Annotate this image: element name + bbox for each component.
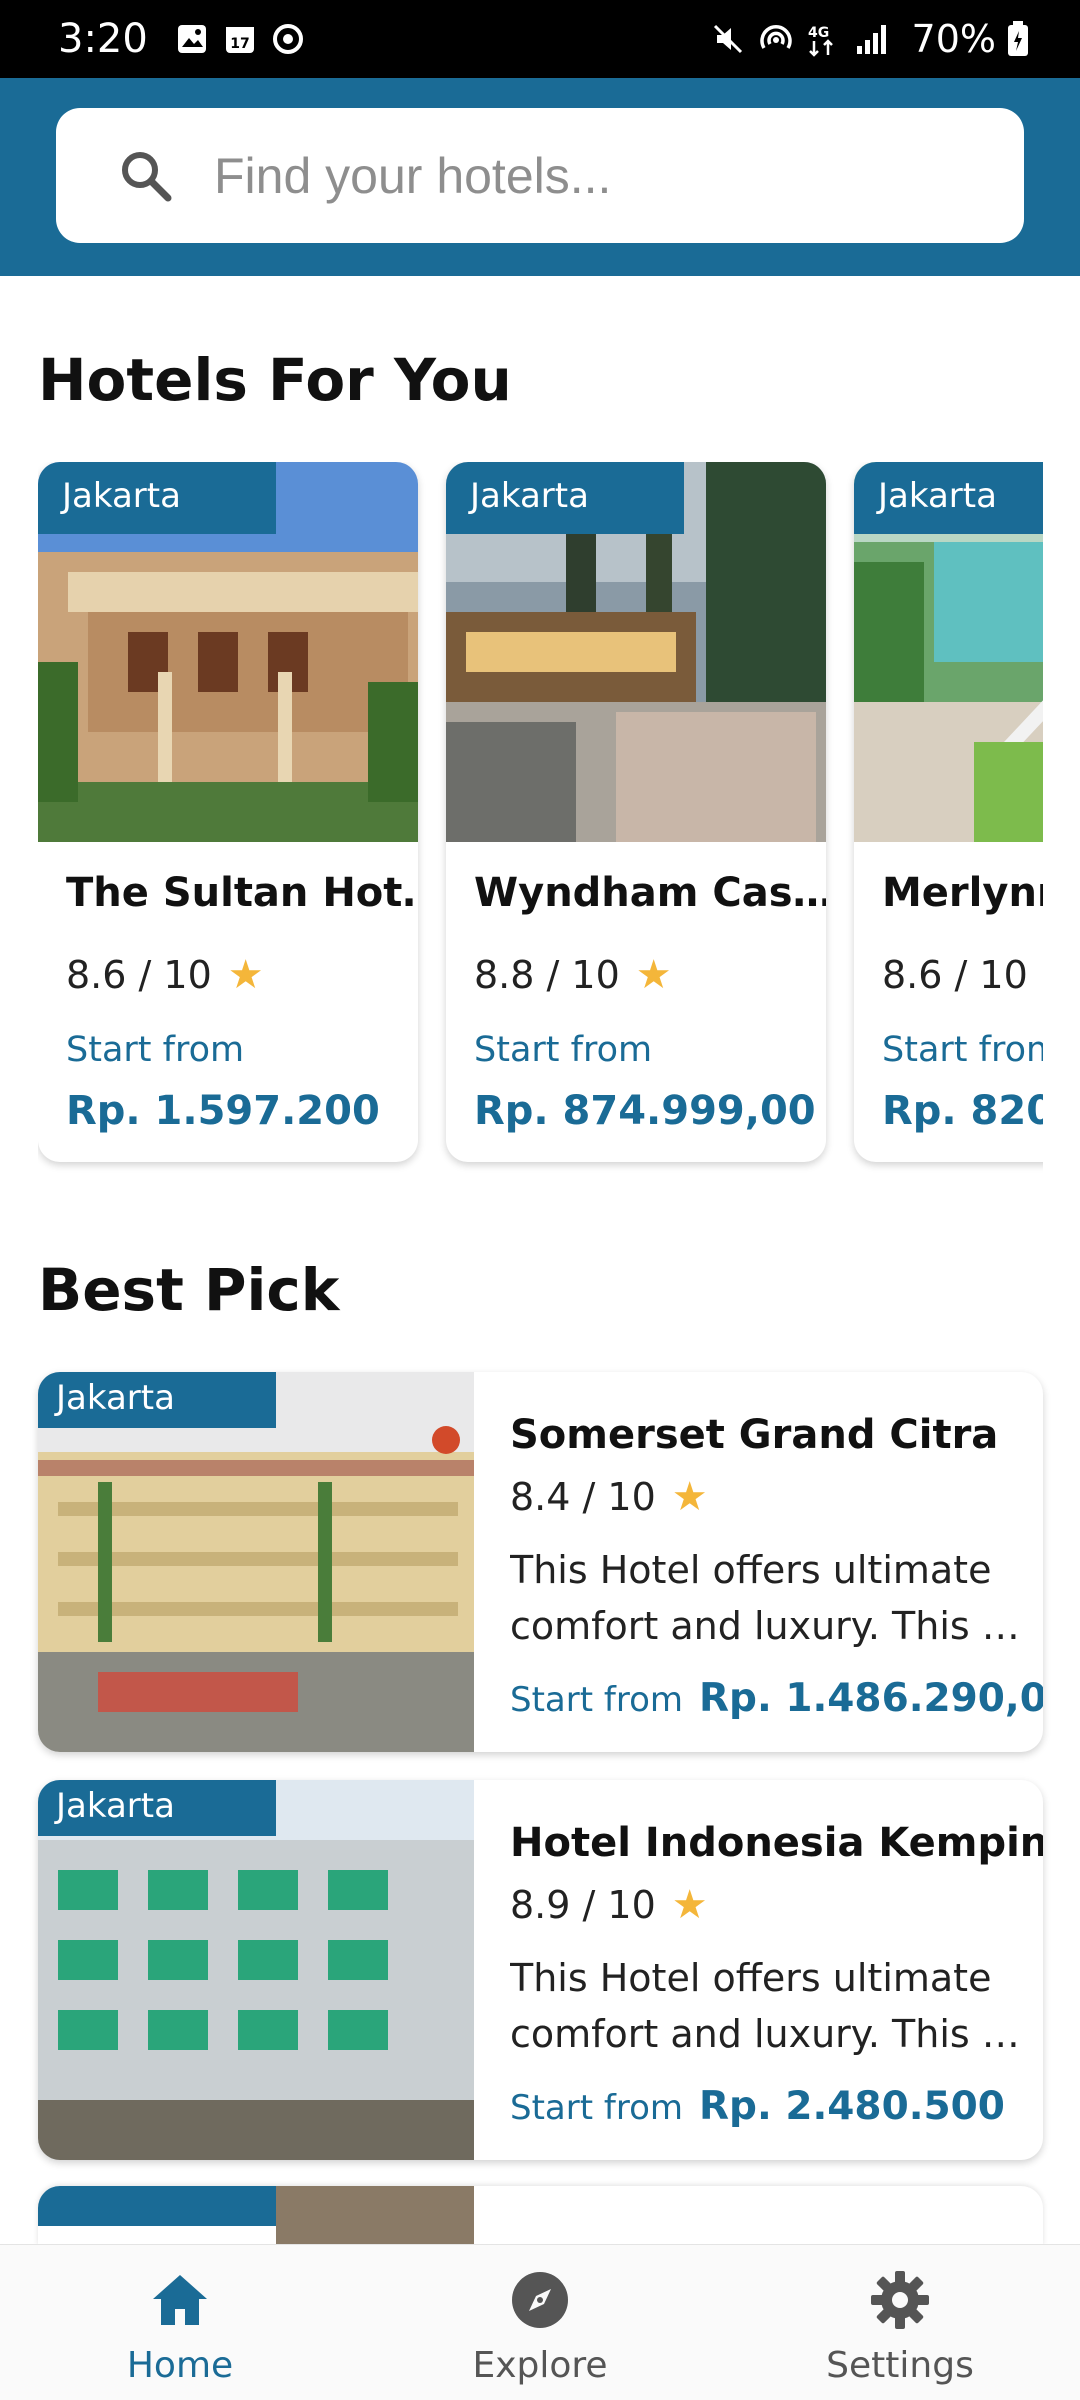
star-icon: ★ bbox=[635, 952, 672, 998]
hotel-price: Rp. 1.597.200 bbox=[66, 1088, 380, 1134]
best-pick-item-partial[interactable] bbox=[38, 2186, 1043, 2246]
hotel-card[interactable]: Jakarta The Sultan Hot… 8.6 / 10 ★ Start… bbox=[38, 462, 418, 1162]
section-title-best-pick: Best Pick bbox=[38, 1256, 340, 1324]
price-row: Start from Rp. 1.486.290,00 bbox=[510, 1676, 1043, 1721]
star-icon: ★ bbox=[671, 1474, 708, 1520]
hotspot-icon bbox=[758, 21, 794, 57]
hotel-name: The Sultan Hot… bbox=[66, 870, 418, 916]
battery-icon bbox=[1000, 21, 1036, 57]
section-title-hotels-for-you: Hotels For You bbox=[38, 346, 512, 414]
status-right-icons: 4G 70% bbox=[710, 17, 1036, 61]
best-pick-item[interactable]: Jakarta Hotel Indonesia Kempin… 8.9 / 10… bbox=[38, 1780, 1043, 2160]
hotel-name: Hotel Indonesia Kempin… bbox=[510, 1820, 1043, 1866]
calendar-day: 17 bbox=[230, 36, 249, 52]
price-row: Start from Rp. 2.480.500 bbox=[510, 2084, 1005, 2129]
hotel-image bbox=[276, 2186, 474, 2246]
hotel-name: Somerset Grand Citra bbox=[510, 1412, 999, 1458]
rating-row: 8.4 / 10 ★ bbox=[510, 1474, 708, 1520]
star-icon: ★ bbox=[671, 1882, 708, 1928]
hotel-name: Wyndham Cas… bbox=[474, 870, 826, 916]
signal-icon bbox=[854, 21, 890, 57]
rating-row: 8.6 / 10 ★ bbox=[66, 952, 264, 998]
nav-label: Settings bbox=[826, 2345, 974, 2386]
nav-label: Explore bbox=[472, 2345, 608, 2386]
city-tag: Jakarta bbox=[38, 1780, 276, 1836]
hotel-description: This Hotel offers ultimate comfort and l… bbox=[510, 1956, 1020, 2056]
rating-value: 8.8 / 10 bbox=[474, 953, 620, 997]
nav-home[interactable]: Home bbox=[70, 2267, 290, 2386]
start-from-label: Start from bbox=[510, 2088, 683, 2128]
hotel-image bbox=[38, 1372, 474, 1752]
city-tag bbox=[38, 2186, 276, 2226]
hotel-price: Rp. 1.486.290,00 bbox=[699, 1676, 1043, 1721]
hotel-card[interactable]: Jakarta Merlynn 8.6 / 10 ★ Start from Rp… bbox=[854, 462, 1043, 1162]
nav-label: Home bbox=[126, 2345, 234, 2386]
start-from-label: Start from bbox=[66, 1030, 245, 1070]
network-label: 4G bbox=[808, 25, 829, 41]
rating-value: 8.9 / 10 bbox=[510, 1883, 656, 1927]
calendar-icon: 17 bbox=[222, 21, 258, 57]
hotel-name: Merlynn bbox=[882, 870, 1043, 916]
rating-value: 8.6 / 10 bbox=[66, 953, 212, 997]
gallery-icon bbox=[174, 21, 210, 57]
search-icon bbox=[122, 151, 172, 201]
star-icon: ★ bbox=[227, 952, 264, 998]
battery-percent: 70% bbox=[911, 17, 996, 61]
gear-icon bbox=[871, 2271, 929, 2329]
home-icon bbox=[153, 2275, 207, 2325]
hotel-price: Rp. 2.480.500 bbox=[699, 2084, 1005, 2129]
rating-row: 8.8 / 10 ★ bbox=[474, 952, 672, 998]
pick-details: Hotel Indonesia Kempin… 8.9 / 10 ★ This … bbox=[510, 1780, 1043, 2160]
rating-value: 8.6 / 10 bbox=[882, 953, 1028, 997]
city-tag: Jakarta bbox=[38, 462, 276, 534]
rating-row: 8.9 / 10 ★ bbox=[510, 1882, 708, 1928]
search-bar[interactable] bbox=[56, 108, 1024, 243]
city-tag: Jakarta bbox=[38, 1372, 276, 1428]
best-pick-item[interactable]: Jakarta Somerset Grand Citra 8.4 / 10 ★ … bbox=[38, 1372, 1043, 1752]
start-from-label: Start from bbox=[510, 1680, 683, 1720]
search-input[interactable] bbox=[214, 146, 974, 205]
hotel-price: Rp. 874.999,00 bbox=[474, 1088, 816, 1134]
rating-row: 8.6 / 10 ★ bbox=[882, 952, 1043, 998]
city-tag: Jakarta bbox=[446, 462, 684, 534]
status-time: 3:20 bbox=[58, 16, 148, 62]
start-from-label: Start from bbox=[882, 1030, 1043, 1070]
mute-icon bbox=[710, 21, 746, 57]
hotel-card[interactable]: Jakarta Wyndham Cas… 8.8 / 10 ★ Start fr… bbox=[446, 462, 826, 1162]
hotel-description: This Hotel offers ultimate comfort and l… bbox=[510, 1548, 1020, 1648]
nav-explore[interactable]: Explore bbox=[430, 2267, 650, 2386]
sync-icon bbox=[270, 21, 306, 57]
bottom-nav: Home Explore Settings bbox=[0, 2244, 1080, 2400]
compass-icon bbox=[512, 2272, 568, 2328]
app-header bbox=[0, 78, 1080, 276]
hotel-image bbox=[38, 1780, 474, 2160]
city-tag: Jakarta bbox=[854, 462, 1043, 534]
nav-settings[interactable]: Settings bbox=[790, 2267, 1010, 2386]
rating-value: 8.4 / 10 bbox=[510, 1475, 656, 1519]
start-from-label: Start from bbox=[474, 1030, 653, 1070]
pick-details: Somerset Grand Citra 8.4 / 10 ★ This Hot… bbox=[510, 1372, 1043, 1752]
hotel-price: Rp. 820 bbox=[882, 1088, 1043, 1134]
4g-icon: 4G bbox=[806, 21, 842, 57]
hotels-carousel[interactable]: Jakarta The Sultan Hot… 8.6 / 10 ★ Start… bbox=[38, 462, 1043, 1182]
status-bar: 3:20 17 4G 70% bbox=[0, 0, 1080, 78]
